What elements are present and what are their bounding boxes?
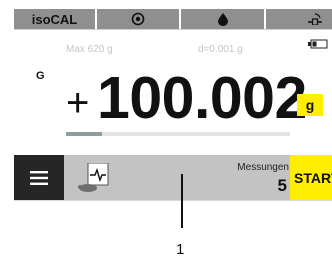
divider	[14, 200, 332, 201]
divider	[14, 29, 332, 30]
callout-line	[181, 174, 183, 228]
connection-status[interactable]	[266, 9, 332, 29]
battery-icon	[308, 39, 328, 49]
weight-sign: +	[66, 81, 90, 125]
level-status[interactable]	[97, 9, 181, 29]
app-tab-isocal[interactable]: isoCAL	[14, 9, 97, 29]
app-toolbar: Messungen 5 START	[14, 155, 332, 200]
callout-number: 1	[176, 241, 185, 258]
max-capacity: Max 620 g	[66, 44, 113, 55]
start-button[interactable]: START	[290, 155, 332, 200]
humidity-status[interactable]	[181, 9, 266, 29]
unit-button[interactable]: g	[297, 94, 323, 116]
gross-indicator: G	[36, 70, 45, 82]
menu-button[interactable]	[14, 155, 64, 200]
status-bar: isoCAL	[14, 9, 332, 29]
app-label: isoCAL	[31, 11, 78, 27]
level-target-icon	[131, 12, 145, 26]
capacity-bar	[66, 132, 290, 136]
readability: d=0.001 g	[198, 44, 243, 55]
capacity-bar-fill	[66, 132, 102, 136]
connection-icon	[308, 13, 322, 25]
drop-icon	[217, 12, 228, 26]
measurements-label: Messungen	[237, 162, 289, 173]
weight-value: 100.002	[97, 65, 307, 131]
hamburger-icon	[30, 170, 48, 185]
measurements-count: 5	[277, 176, 287, 195]
application-icon[interactable]	[74, 163, 134, 193]
